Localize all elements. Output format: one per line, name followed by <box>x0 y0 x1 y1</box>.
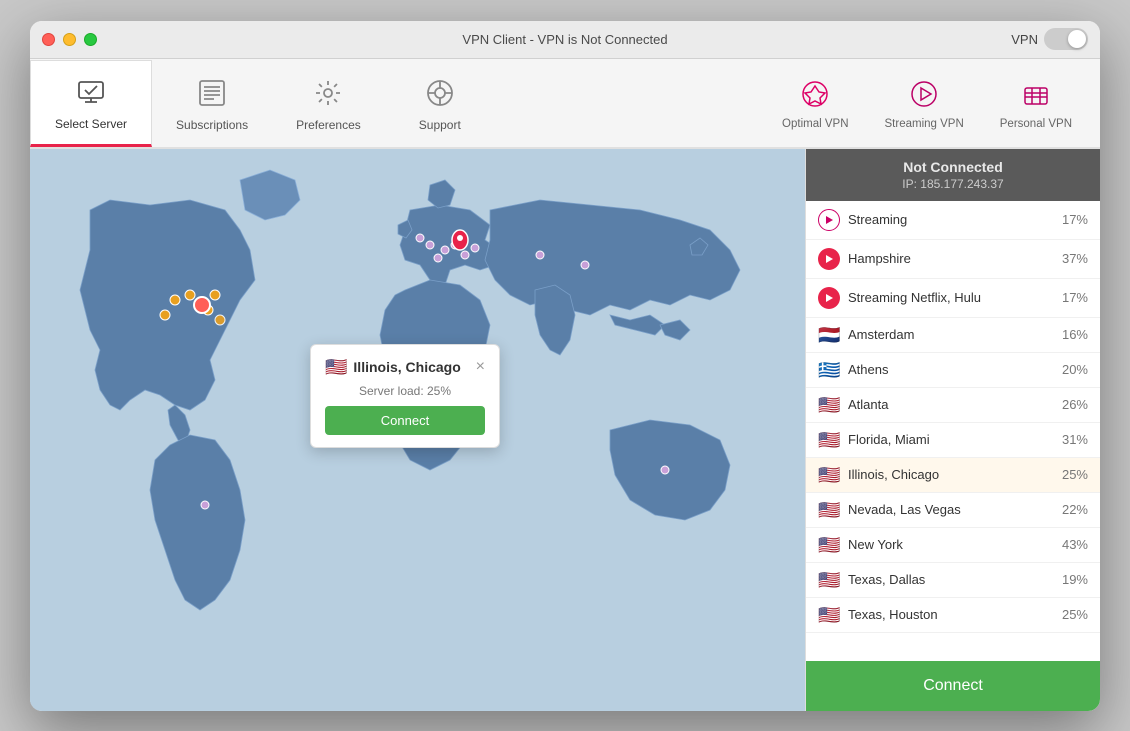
server-load: 17% <box>1053 212 1088 227</box>
server-load: 26% <box>1053 397 1088 412</box>
vpn-toggle-switch[interactable] <box>1044 28 1088 50</box>
select-server-label: Select Server <box>55 117 127 131</box>
toolbar: Select Server Subscriptions <box>30 59 1100 149</box>
server-list-item[interactable]: Streaming 17% <box>806 201 1100 240</box>
server-name: Texas, Dallas <box>848 572 1045 587</box>
server-load: 43% <box>1053 537 1088 552</box>
server-name: Streaming <box>848 212 1045 227</box>
main-content: 🇺🇸 Illinois, Chicago × Server load: 25% … <box>30 149 1100 711</box>
panel-header: Not Connected IP: 185.177.243.37 <box>806 149 1100 201</box>
minimize-button[interactable] <box>63 33 76 46</box>
server-load: 20% <box>1053 362 1088 377</box>
server-list-item[interactable]: 🇺🇸Florida, Miami31% <box>806 423 1100 458</box>
tab-select-server[interactable]: Select Server <box>30 60 152 147</box>
right-panel: Not Connected IP: 185.177.243.37 Streami… <box>805 149 1100 711</box>
map-area[interactable]: 🇺🇸 Illinois, Chicago × Server load: 25% … <box>30 149 805 711</box>
streaming-vpn-icon <box>906 76 942 112</box>
server-load: 25% <box>1053 467 1088 482</box>
server-name: Athens <box>848 362 1045 377</box>
server-list-item[interactable]: 🇺🇸Nevada, Las Vegas22% <box>806 493 1100 528</box>
server-load: 25% <box>1053 607 1088 622</box>
streaming-vpn-label: Streaming VPN <box>885 118 964 130</box>
preferences-label: Preferences <box>296 118 361 132</box>
server-list-item[interactable]: 🇺🇸Texas, Dallas19% <box>806 563 1100 598</box>
streaming-vpn-button[interactable]: Streaming VPN <box>869 68 980 138</box>
server-name: Florida, Miami <box>848 432 1045 447</box>
server-load: 19% <box>1053 572 1088 587</box>
main-connect-button[interactable]: Connect <box>806 661 1100 711</box>
server-name: Nevada, Las Vegas <box>848 502 1045 517</box>
server-name: Streaming Netflix, Hulu <box>848 290 1045 305</box>
support-label: Support <box>419 118 461 132</box>
toolbar-right: Optimal VPN Streaming VPN <box>766 59 1100 147</box>
personal-vpn-label: Personal VPN <box>1000 118 1072 130</box>
subscriptions-icon <box>193 74 231 112</box>
popup-title: 🇺🇸 Illinois, Chicago <box>325 357 461 378</box>
titlebar: VPN Client - VPN is Not Connected VPN <box>30 21 1100 59</box>
personal-vpn-button[interactable]: Personal VPN <box>984 68 1088 138</box>
tab-support[interactable]: Support <box>385 59 495 147</box>
server-load: 17% <box>1053 290 1088 305</box>
popup-load: Server load: 25% <box>325 384 485 398</box>
server-list-item[interactable]: 🇺🇸New York43% <box>806 528 1100 563</box>
vpn-toggle-label: VPN <box>1011 32 1038 47</box>
server-list-item[interactable]: 🇬🇷Athens20% <box>806 353 1100 388</box>
subscriptions-label: Subscriptions <box>176 118 248 132</box>
server-list-item[interactable]: 🇺🇸Texas, Houston25% <box>806 598 1100 633</box>
server-name: Atlanta <box>848 397 1045 412</box>
server-list-item[interactable]: 🇺🇸Atlanta26% <box>806 388 1100 423</box>
server-name: Illinois, Chicago <box>848 467 1045 482</box>
traffic-lights <box>42 33 97 46</box>
server-list-item[interactable]: 🇳🇱Amsterdam16% <box>806 318 1100 353</box>
tab-subscriptions[interactable]: Subscriptions <box>152 59 272 147</box>
tab-preferences[interactable]: Preferences <box>272 59 385 147</box>
window-title: VPN Client - VPN is Not Connected <box>462 32 667 47</box>
server-name: Texas, Houston <box>848 607 1045 622</box>
toolbar-left: Select Server Subscriptions <box>30 59 495 147</box>
personal-vpn-icon <box>1018 76 1054 112</box>
server-list-item[interactable]: Streaming Netflix, Hulu 17% <box>806 279 1100 318</box>
optimal-vpn-icon <box>797 76 833 112</box>
server-name: Hampshire <box>848 251 1045 266</box>
vpn-toggle-container: VPN <box>1011 28 1088 50</box>
support-icon <box>421 74 459 112</box>
popup-flag: 🇺🇸 <box>325 357 347 378</box>
server-list: Streaming 17% Hampshire 37% Streaming Netfli… <box>806 201 1100 661</box>
ip-address: IP: 185.177.243.37 <box>820 177 1086 191</box>
maximize-button[interactable] <box>84 33 97 46</box>
preferences-icon <box>309 74 347 112</box>
popup-connect-button[interactable]: Connect <box>325 406 485 435</box>
server-list-item[interactable]: Hampshire 37% <box>806 240 1100 279</box>
server-load: 16% <box>1053 327 1088 342</box>
map-popup: 🇺🇸 Illinois, Chicago × Server load: 25% … <box>310 344 500 448</box>
close-button[interactable] <box>42 33 55 46</box>
server-list-item[interactable]: 🇺🇸Illinois, Chicago25% <box>806 458 1100 493</box>
connection-status: Not Connected <box>820 159 1086 175</box>
server-load: 31% <box>1053 432 1088 447</box>
app-window: VPN Client - VPN is Not Connected VPN Se… <box>30 21 1100 711</box>
server-name: Amsterdam <box>848 327 1045 342</box>
server-load: 37% <box>1053 251 1088 266</box>
optimal-vpn-button[interactable]: Optimal VPN <box>766 68 864 138</box>
server-name: New York <box>848 537 1045 552</box>
optimal-vpn-label: Optimal VPN <box>782 118 848 130</box>
server-load: 22% <box>1053 502 1088 517</box>
popup-header: 🇺🇸 Illinois, Chicago × <box>325 357 485 378</box>
popup-close-button[interactable]: × <box>476 359 485 375</box>
select-server-icon <box>72 73 110 111</box>
